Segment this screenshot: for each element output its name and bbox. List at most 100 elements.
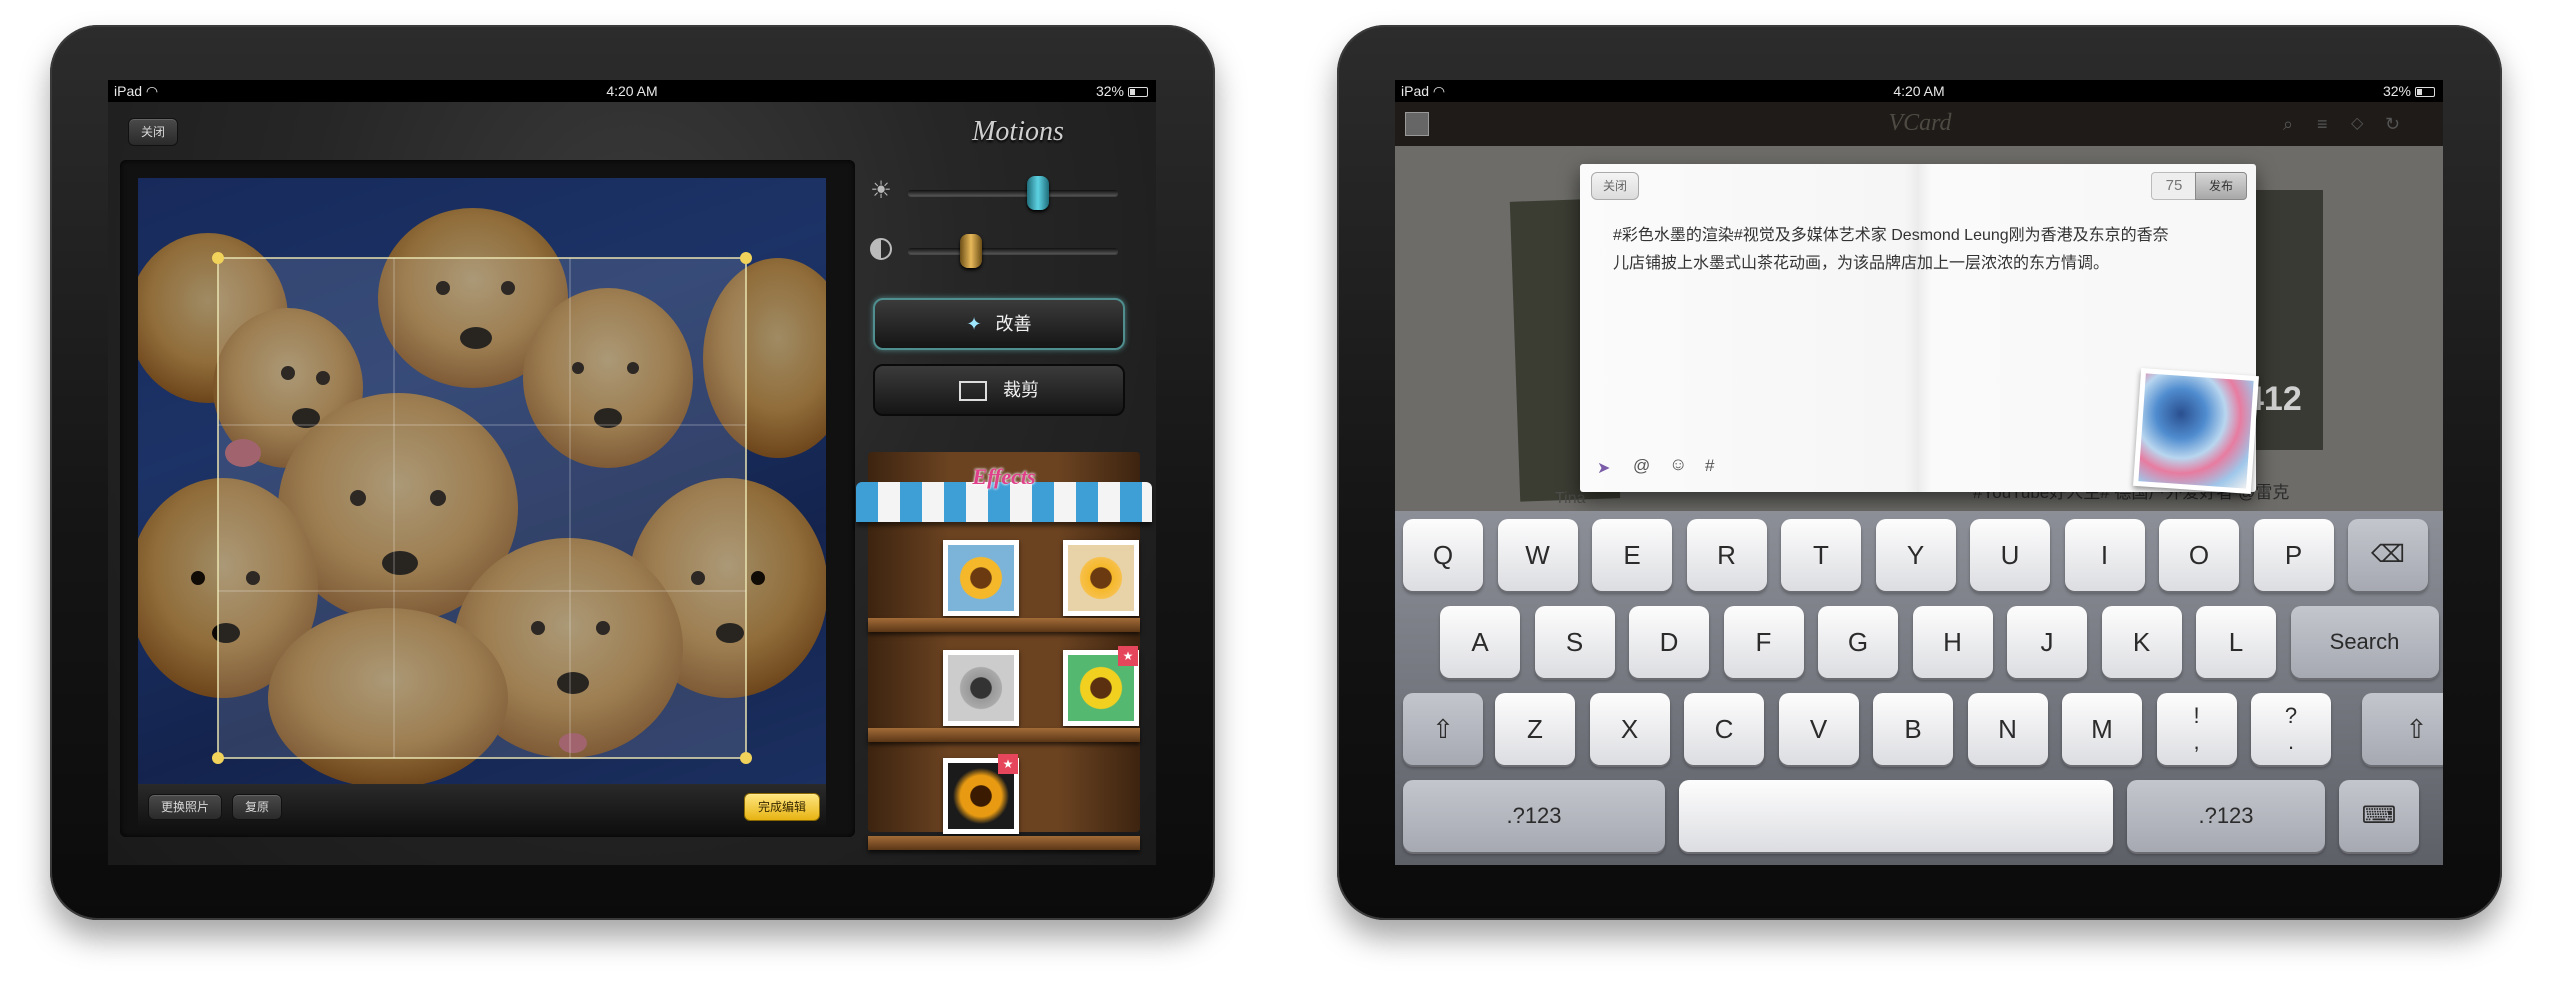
- key-b[interactable]: B: [1873, 693, 1953, 765]
- key-s[interactable]: S: [1534, 606, 1615, 678]
- contrast-icon: [870, 238, 892, 260]
- crop-icon: [959, 381, 987, 402]
- enhance-button[interactable]: ✦ 改善: [873, 298, 1125, 350]
- effect-thumb-grayscale[interactable]: [943, 650, 1019, 726]
- sparkle-icon: ✦: [966, 314, 982, 334]
- question-period-key[interactable]: ?.: [2251, 693, 2331, 765]
- contrast-slider-thumb[interactable]: [960, 234, 982, 268]
- compose-text-line-1: #彩色水墨的渲染#视觉及多媒体艺术家 Desmond Leung刚为香港及东京的…: [1613, 227, 2169, 244]
- status-time: 4:20 AM: [606, 83, 658, 99]
- crop-handle-bottom-left[interactable]: [212, 752, 224, 764]
- key-j[interactable]: J: [2007, 606, 2087, 678]
- status-time: 4:20 AM: [1893, 83, 1945, 99]
- crop-handle-bottom-right[interactable]: [740, 752, 752, 764]
- key-e[interactable]: E: [1592, 519, 1672, 591]
- brightness-slider-thumb[interactable]: [1027, 176, 1050, 210]
- app-title: VCard: [1888, 110, 1952, 136]
- compose-text-line-2: 儿店铺披上水墨式山茶花动画，为该品牌店加上一层浓浓的东方情调。: [1613, 255, 2110, 272]
- compose-text-area[interactable]: #彩色水墨的渲染#视觉及多媒体艺术家 Desmond Leung刚为香港及东京的…: [1613, 222, 2213, 342]
- status-bar: iPad ◠ 4:20 AM 32%: [108, 80, 1156, 102]
- compose-close-button[interactable]: 关闭: [1591, 172, 1639, 200]
- crop-handle-top-right[interactable]: [740, 252, 752, 264]
- publish-button[interactable]: 发布: [2195, 172, 2247, 200]
- restore-button[interactable]: 复原: [232, 794, 282, 820]
- key-g[interactable]: G: [1818, 606, 1898, 678]
- refresh-icon[interactable]: ↻: [2385, 114, 2405, 134]
- new-badge-icon: ★: [1118, 646, 1138, 666]
- key-i[interactable]: I: [2064, 519, 2145, 591]
- close-button[interactable]: 关闭: [128, 118, 178, 146]
- tag-icon[interactable]: ◇: [2351, 114, 2371, 134]
- key-u[interactable]: U: [1970, 519, 2050, 591]
- key-d[interactable]: D: [1629, 606, 1709, 678]
- keyboard-hide-key[interactable]: ⌨: [2339, 780, 2419, 852]
- photo-canvas[interactable]: [138, 178, 826, 784]
- shelf-plank-1: [868, 618, 1140, 632]
- shift-key-left[interactable]: ⇧: [1403, 693, 1483, 765]
- brightness-icon: ☀: [870, 177, 892, 204]
- replace-photo-button[interactable]: 更换照片: [148, 794, 222, 820]
- new-badge-icon: ★: [998, 754, 1018, 774]
- brightness-slider-track[interactable]: [908, 190, 1118, 196]
- key-glyph-bottom: .: [2287, 729, 2295, 754]
- emoji-icon[interactable]: ☺: [1669, 454, 1689, 474]
- key-z[interactable]: Z: [1495, 693, 1575, 765]
- crop-label: 裁剪: [1003, 380, 1039, 400]
- shelf-plank-3: [868, 836, 1140, 850]
- shelf-plank-2: [868, 728, 1140, 742]
- puppies-photo: [138, 178, 826, 784]
- effects-sign: Effects: [972, 464, 1036, 489]
- backspace-key[interactable]: ⌫: [2348, 519, 2428, 591]
- battery-percent: 32%: [1095, 83, 1124, 99]
- onscreen-keyboard: Q W E R T Y U I O P ⌫ A S D F G H J K L Search ⇧ Z X C V B N M!,?. ⇧.…: [1395, 511, 2443, 865]
- done-editing-button[interactable]: 完成编辑: [744, 793, 820, 821]
- contrast-slider-track[interactable]: [908, 248, 1118, 254]
- search-key[interactable]: Search: [2290, 606, 2439, 678]
- search-icon[interactable]: ⌕: [2283, 114, 2303, 134]
- right-ipad-screen: iPad ◠ 4:20 AM 32% VCard ⌕ ≡ ◇ ↻ 412 Tin…: [1395, 80, 2443, 865]
- char-count: 75: [2151, 172, 2197, 200]
- hashtag-icon[interactable]: #: [1705, 456, 1725, 476]
- effect-thumb-warm[interactable]: [1063, 540, 1139, 616]
- location-icon[interactable]: ➤: [1597, 458, 1617, 478]
- crop-button[interactable]: 裁剪: [873, 364, 1125, 416]
- crop-handle-top-left[interactable]: [212, 252, 224, 264]
- key-p[interactable]: P: [2253, 519, 2334, 591]
- key-a[interactable]: A: [1440, 606, 1520, 678]
- app-title: Motions: [972, 116, 1064, 147]
- key-glyph-top: ?: [2284, 703, 2298, 728]
- left-ipad-screen: iPad ◠ 4:20 AM 32% 关闭 Motions 更换照片 复原 完成…: [108, 80, 1156, 865]
- space-bar[interactable]: [1679, 780, 2113, 852]
- enhance-label: 改善: [995, 314, 1032, 334]
- key-x[interactable]: X: [1589, 693, 1670, 765]
- attached-image-thumbnail[interactable]: [2133, 368, 2259, 494]
- key-n[interactable]: N: [1967, 693, 2048, 765]
- key-l[interactable]: L: [2196, 606, 2276, 678]
- effect-thumb-original[interactable]: [943, 540, 1019, 616]
- mention-icon[interactable]: @: [1633, 456, 1653, 476]
- feed-user-name: Tina: [1555, 490, 1586, 507]
- key-o[interactable]: O: [2159, 519, 2239, 591]
- key-q[interactable]: Q: [1403, 519, 1483, 591]
- left-ipad-frame: iPad ◠ 4:20 AM 32% 关闭 Motions 更换照片 复原 完成…: [50, 25, 1215, 920]
- key-f[interactable]: F: [1723, 606, 1804, 678]
- numbers-key-right[interactable]: .?123: [2127, 780, 2325, 852]
- key-v[interactable]: V: [1778, 693, 1859, 765]
- key-y[interactable]: Y: [1875, 519, 1956, 591]
- right-ipad-frame: iPad ◠ 4:20 AM 32% VCard ⌕ ≡ ◇ ↻ 412 Tin…: [1337, 25, 2502, 920]
- numbers-key-left[interactable]: .?123: [1403, 780, 1665, 852]
- avatar[interactable]: [1405, 112, 1429, 136]
- key-h[interactable]: H: [1912, 606, 1993, 678]
- menu-icon[interactable]: ≡: [2317, 114, 2337, 134]
- key-m[interactable]: M: [2062, 693, 2142, 765]
- key-glyph-bottom: ,: [2193, 729, 2200, 754]
- key-c[interactable]: C: [1684, 693, 1764, 765]
- battery-icon: [1128, 87, 1148, 98]
- battery-icon: [2415, 87, 2435, 98]
- key-w[interactable]: W: [1497, 519, 1578, 591]
- exclamation-comma-key[interactable]: !,: [2156, 693, 2237, 765]
- key-t[interactable]: T: [1781, 519, 1861, 591]
- key-r[interactable]: R: [1686, 519, 1767, 591]
- key-k[interactable]: K: [2101, 606, 2182, 678]
- shift-key-right[interactable]: ⇧: [2361, 693, 2443, 765]
